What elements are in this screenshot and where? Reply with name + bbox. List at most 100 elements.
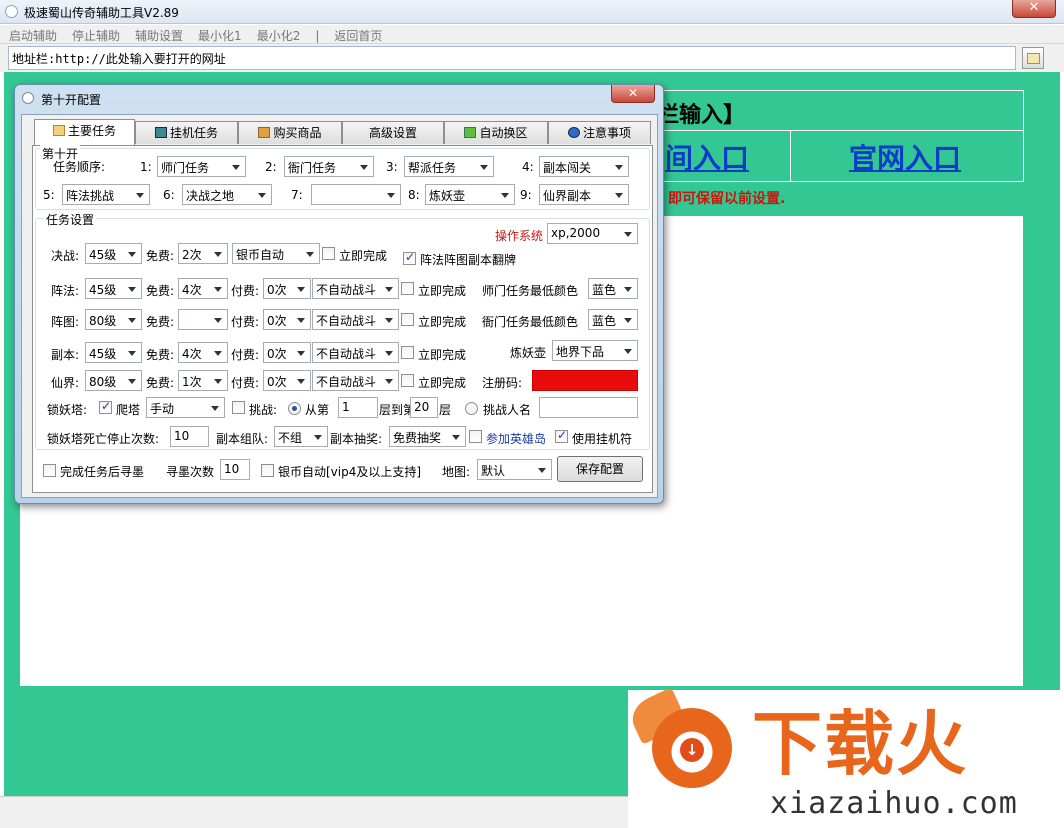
xianjie-mode-select[interactable]: 不自动战斗: [312, 370, 399, 391]
xianjie-instant-label: 立即完成: [418, 376, 467, 390]
juezhan-label: 决战:: [51, 249, 80, 263]
map-select[interactable]: 默认: [477, 459, 552, 480]
zhenfa-paid-label: 付费:: [231, 284, 260, 298]
from-label: 从第: [305, 403, 330, 417]
challenge-name-label: 挑战人名: [483, 403, 532, 417]
slot-7-select[interactable]: [311, 184, 401, 205]
info-icon: [567, 127, 580, 138]
fuben-paid-select[interactable]: 0次: [263, 342, 311, 363]
go-button[interactable]: [1022, 47, 1044, 69]
team-label: 副本组队:: [216, 432, 269, 446]
menu-start[interactable]: 启动辅助: [0, 25, 63, 44]
slot-5-select[interactable]: 阵法挑战: [62, 184, 150, 205]
slot-7-label: 7:: [291, 188, 303, 202]
guaji-checkbox[interactable]: [555, 428, 568, 443]
menu-separator: |: [315, 29, 320, 43]
lianyao-select[interactable]: 地界下品: [552, 340, 638, 361]
zhenfa-mode-select[interactable]: 不自动战斗: [312, 278, 399, 299]
challenge-name-radio[interactable]: [465, 402, 478, 415]
zhenfa-instant-label: 立即完成: [418, 284, 467, 298]
refind-checkbox[interactable]: [43, 464, 56, 477]
menu-stop[interactable]: 停止辅助: [63, 25, 126, 44]
tab-auto-switch[interactable]: 自动换区: [444, 121, 548, 144]
fuben-level-select[interactable]: 45级: [85, 342, 142, 363]
xianjie-instant-checkbox[interactable]: [401, 374, 414, 387]
juezhan-free-select[interactable]: 2次: [178, 243, 228, 264]
zhentu-mode-select[interactable]: 不自动战斗: [312, 309, 399, 330]
zhenfa-free-select[interactable]: 4次: [178, 278, 228, 299]
hero-island-checkbox[interactable]: [469, 430, 482, 443]
challenge-checkbox[interactable]: [232, 401, 245, 414]
save-config-button[interactable]: 保存配置: [557, 456, 643, 482]
lottery-label: 副本抽奖:: [330, 432, 383, 446]
refind-count-label: 寻墨次数: [166, 465, 215, 479]
address-text: 地址栏:http://此处输入要打开的网址: [12, 52, 226, 66]
xianjie-free-select[interactable]: 1次: [178, 370, 228, 391]
menu-minimize1[interactable]: 最小化1: [189, 25, 248, 44]
menu-settings[interactable]: 辅助设置: [126, 25, 189, 44]
app-icon: [5, 5, 18, 18]
os-select[interactable]: xp,2000: [547, 223, 638, 244]
juezhan-level-select[interactable]: 45级: [85, 243, 142, 264]
juezhan-instant-checkbox[interactable]: [322, 247, 335, 260]
tab-advanced[interactable]: 高级设置: [342, 121, 444, 144]
watermark: ↓ 下载火 xiazaihuo.com: [625, 687, 1064, 828]
challenge-name-input[interactable]: [539, 397, 638, 418]
climb-checkbox[interactable]: [99, 399, 112, 414]
close-button[interactable]: ✕: [1012, 0, 1056, 18]
address-bar: 地址栏:http://此处输入要打开的网址: [0, 44, 1064, 72]
official-site-link[interactable]: 官网入口: [849, 137, 961, 177]
slot-8-select[interactable]: 炼妖壶: [425, 184, 515, 205]
xianjie-level-select[interactable]: 80级: [85, 370, 142, 391]
entry-link[interactable]: 间入口: [665, 137, 749, 177]
tab-panel: 第十开 任务顺序: 1: 师门任务 2: 衙门任务 3: 帮派任务 4: 副本闯…: [32, 145, 653, 493]
menu-home[interactable]: 返回首页: [325, 25, 388, 44]
slot-9-select[interactable]: 仙界副本: [539, 184, 629, 205]
to-floor-input[interactable]: 20: [410, 397, 438, 418]
shimen-color-select[interactable]: 蓝色: [588, 278, 638, 299]
dialog-body: 主要任务 挂机任务 购买商品 高级设置 自动换区 注意事项 第十开 任务顺序: …: [21, 114, 658, 498]
lottery-select[interactable]: 免费抽奖: [389, 426, 466, 447]
refind-count-input[interactable]: 10: [220, 459, 250, 480]
xianjie-free-label: 免费:: [146, 376, 175, 390]
fuben-free-select[interactable]: 4次: [178, 342, 228, 363]
flip-checkbox[interactable]: [403, 250, 416, 265]
zhentu-level-select[interactable]: 80级: [85, 309, 142, 330]
juezhan-mode-select[interactable]: 银币自动: [232, 243, 320, 264]
zhenfa-paid-select[interactable]: 0次: [263, 278, 311, 299]
tab-idle-tasks[interactable]: 挂机任务: [135, 121, 238, 144]
zhentu-instant-checkbox[interactable]: [401, 313, 414, 326]
zhenfa-level-select[interactable]: 45级: [85, 278, 142, 299]
team-select[interactable]: 不组: [274, 426, 328, 447]
slot-1-select[interactable]: 师门任务: [157, 156, 246, 177]
climb-mode-select[interactable]: 手动: [146, 397, 225, 418]
fuben-mode-select[interactable]: 不自动战斗: [312, 342, 399, 363]
hero-island-label[interactable]: 参加英雄岛: [486, 430, 546, 447]
flip-label: 阵法阵图副本翻牌: [420, 253, 517, 267]
zhentu-paid-select[interactable]: 0次: [263, 309, 311, 330]
from-floor-radio[interactable]: [288, 402, 301, 415]
tab-notes[interactable]: 注意事项: [548, 121, 651, 144]
zhentu-free-select[interactable]: [178, 309, 228, 330]
xianjie-paid-select[interactable]: 0次: [263, 370, 311, 391]
lianyao-label: 炼妖壶: [510, 346, 547, 360]
from-floor-input[interactable]: 1: [338, 397, 378, 418]
slot-2-select[interactable]: 衙门任务: [284, 156, 374, 177]
xianjie-paid-label: 付费:: [231, 376, 260, 390]
yamen-color-select[interactable]: 蓝色: [588, 309, 638, 330]
tab-main-tasks[interactable]: 主要任务: [34, 119, 135, 145]
death-stop-label: 锁妖塔死亡停止次数:: [47, 432, 160, 446]
reg-code-input[interactable]: [532, 370, 638, 391]
death-stop-input[interactable]: 10: [170, 426, 209, 447]
tab-buy-items[interactable]: 购买商品: [238, 121, 342, 144]
fuben-instant-checkbox[interactable]: [401, 346, 414, 359]
dialog-close-button[interactable]: ✕: [611, 85, 655, 103]
menu-minimize2[interactable]: 最小化2: [248, 25, 307, 44]
reg-code-label: 注册码:: [482, 376, 523, 390]
slot-4-select[interactable]: 副本闯关: [539, 156, 629, 177]
zhenfa-instant-checkbox[interactable]: [401, 282, 414, 295]
slot-6-select[interactable]: 决战之地: [182, 184, 272, 205]
title-bar: 极速蜀山传奇辅助工具V2.89 ✕: [0, 0, 1064, 24]
slot-3-select[interactable]: 帮派任务: [404, 156, 494, 177]
silver-auto-checkbox[interactable]: [261, 464, 274, 477]
